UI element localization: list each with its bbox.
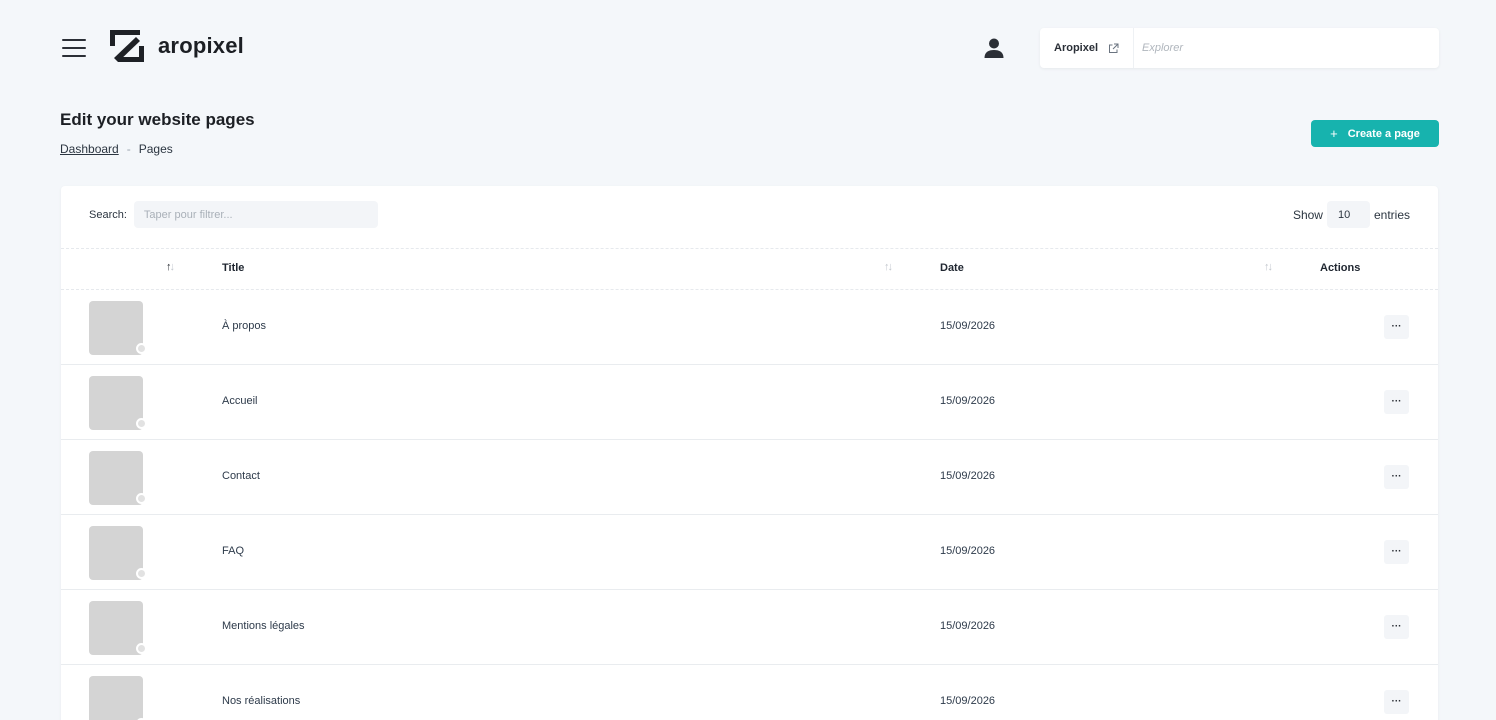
page-date-cell: 15/09/2026 [940, 620, 996, 632]
entries-label: entries [1373, 207, 1410, 222]
page-thumbnail [89, 301, 143, 355]
page-thumbnail [89, 376, 143, 430]
aropixel-logo-icon [110, 30, 144, 62]
column-actions-header: Actions [1320, 262, 1361, 274]
breadcrumb: Dashboard - Pages [60, 142, 173, 156]
search-label: Search: [89, 208, 127, 221]
breadcrumb-separator: - [126, 142, 131, 156]
top-bar: aropixel Aropixel [0, 0, 1496, 96]
page-date-cell: 15/09/2026 [940, 470, 996, 482]
plus-icon: + [1330, 126, 1338, 141]
status-dot [136, 418, 147, 429]
external-link-icon [1109, 43, 1119, 53]
table-row: À propos 15/09/2026 ··· [61, 290, 1438, 365]
status-dot [136, 343, 147, 354]
page-title: Edit your website pages [60, 110, 255, 129]
hamburger-menu-icon[interactable] [62, 37, 86, 59]
explore-input[interactable] [1134, 28, 1439, 68]
breadcrumb-dashboard-link[interactable]: Dashboard [60, 142, 119, 156]
page-thumbnail [89, 676, 143, 720]
page-thumbnail [89, 451, 143, 505]
table-search: Search: [89, 201, 378, 228]
page-thumbnail [89, 601, 143, 655]
status-dot [136, 643, 147, 654]
page-title-cell[interactable]: Mentions légales [222, 620, 305, 632]
row-actions-button[interactable]: ··· [1384, 615, 1409, 639]
table-row: FAQ 15/09/2026 ··· [61, 515, 1438, 590]
page-date-cell: 15/09/2026 [940, 395, 996, 407]
row-actions-button[interactable]: ··· [1384, 465, 1409, 489]
page-title-cell[interactable]: Nos réalisations [222, 695, 300, 707]
row-actions-button[interactable]: ··· [1384, 690, 1409, 714]
column-date-header[interactable]: Date [940, 262, 964, 274]
table-header: ↑↓ Title ↑↓ Date ↑↓ Actions [61, 248, 1438, 290]
create-page-button[interactable]: + Create a page [1311, 120, 1439, 147]
page-date-cell: 15/09/2026 [940, 545, 996, 557]
user-icon[interactable] [983, 37, 1005, 59]
table-row: Contact 15/09/2026 ··· [61, 440, 1438, 515]
status-dot [136, 568, 147, 579]
table-row: Accueil 15/09/2026 ··· [61, 365, 1438, 440]
sort-thumbnail-icon[interactable]: ↑↓ [166, 261, 175, 273]
entries-control: Show 10 entries [1293, 201, 1410, 228]
sort-title-icon[interactable]: ↑↓ [884, 261, 893, 273]
row-actions-button[interactable]: ··· [1384, 315, 1409, 339]
page-date-cell: 15/09/2026 [940, 695, 996, 707]
page-date-cell: 15/09/2026 [940, 320, 996, 332]
show-label: Show [1292, 207, 1323, 222]
site-name: Aropixel [1054, 42, 1099, 54]
brand-logo[interactable]: aropixel [108, 28, 244, 64]
table-row: Mentions légales 15/09/2026 ··· [61, 590, 1438, 665]
site-link[interactable]: Aropixel [1040, 28, 1135, 68]
sort-date-icon[interactable]: ↑↓ [1264, 261, 1273, 273]
page-title-cell[interactable]: Accueil [222, 395, 257, 407]
row-actions-button[interactable]: ··· [1384, 540, 1409, 564]
status-dot [136, 493, 147, 504]
create-page-label: Create a page [1347, 127, 1420, 140]
page-title-cell[interactable]: Contact [222, 470, 260, 482]
site-switcher: Aropixel [1040, 28, 1439, 68]
search-input[interactable] [133, 201, 378, 228]
pages-table-card: Search: Show 10 entries ↑↓ Title ↑↓ Date… [61, 186, 1438, 720]
brand-name: aropixel [158, 33, 244, 58]
entries-select[interactable]: 10 [1326, 201, 1370, 228]
row-actions-button[interactable]: ··· [1384, 390, 1409, 414]
page-title-cell[interactable]: FAQ [222, 545, 244, 557]
page-title-cell[interactable]: À propos [222, 320, 266, 332]
breadcrumb-current: Pages [138, 142, 173, 156]
column-title-header[interactable]: Title [222, 262, 244, 274]
table-row: Nos réalisations 15/09/2026 ··· [61, 665, 1438, 720]
page-thumbnail [89, 526, 143, 580]
